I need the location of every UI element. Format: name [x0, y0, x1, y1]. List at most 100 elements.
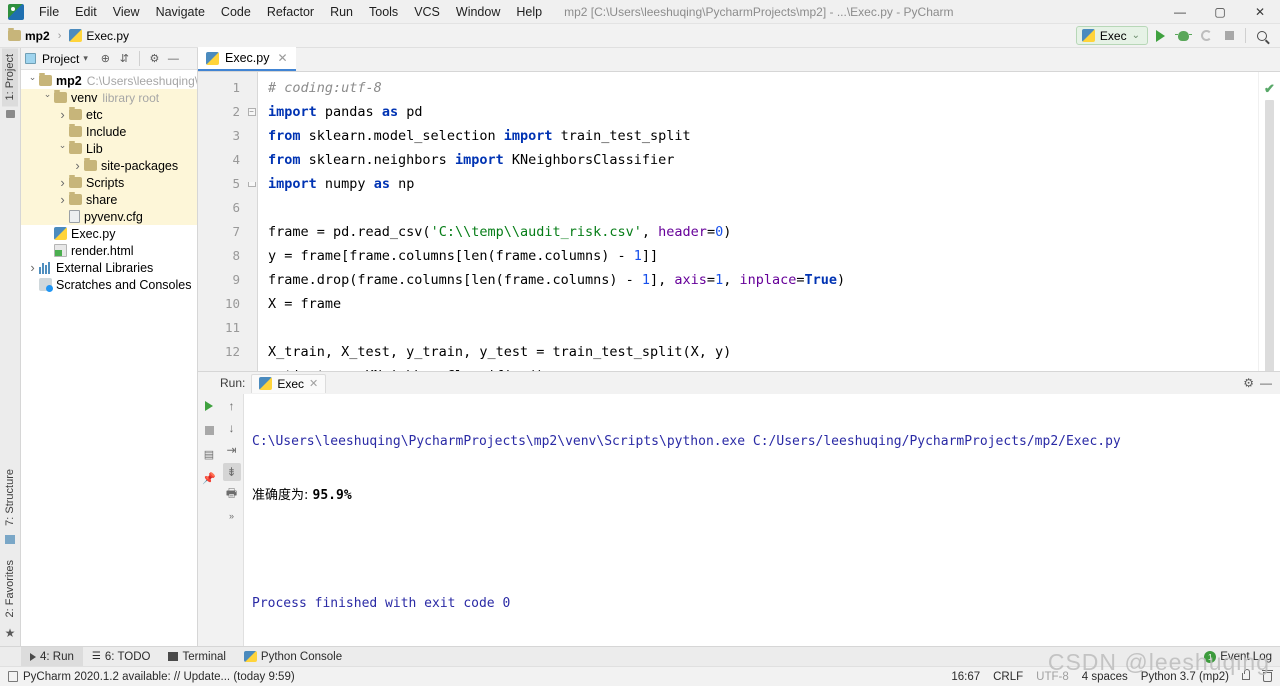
- code-line[interactable]: X_train, X_test, y_train, y_test = train…: [268, 340, 1258, 364]
- tree-item-lib[interactable]: Lib: [21, 140, 197, 157]
- menu-help[interactable]: Help: [508, 2, 550, 22]
- menu-navigate[interactable]: Navigate: [148, 2, 213, 22]
- close-button[interactable]: ✕: [1240, 0, 1280, 24]
- code-line[interactable]: frame.drop(frame.columns[len(frame.colum…: [268, 268, 1258, 292]
- stop-button[interactable]: [1219, 25, 1240, 46]
- scroll-up-button[interactable]: ↑: [223, 397, 241, 415]
- code-line[interactable]: # coding:utf-8: [268, 76, 1258, 100]
- tree-item-scratches-and-consoles[interactable]: Scratches and Consoles: [21, 276, 197, 293]
- breadcrumb-file[interactable]: Exec.py: [69, 29, 129, 43]
- tree-item-include[interactable]: Include: [21, 123, 197, 140]
- chevron-right-icon[interactable]: [56, 107, 69, 122]
- tree-item-venv[interactable]: venv library root: [21, 89, 197, 106]
- tree-item-share[interactable]: share: [21, 191, 197, 208]
- chevron-right-icon[interactable]: [56, 192, 69, 207]
- file-encoding[interactable]: UTF-8: [1036, 671, 1069, 683]
- console-output[interactable]: C:\Users\leeshuqing\PycharmProjects\mp2\…: [244, 394, 1280, 646]
- chevron-down-icon[interactable]: [56, 143, 69, 154]
- code-line[interactable]: import numpy as np: [268, 172, 1258, 196]
- menu-edit[interactable]: Edit: [67, 2, 105, 22]
- tree-item-external-libraries[interactable]: External Libraries: [21, 259, 197, 276]
- code-line[interactable]: from sklearn.neighbors import KNeighbors…: [268, 148, 1258, 172]
- chevron-right-icon[interactable]: [56, 175, 69, 190]
- hide-panel-icon[interactable]: —: [166, 51, 181, 66]
- gear-icon[interactable]: ⚙: [1243, 376, 1254, 390]
- menu-code[interactable]: Code: [213, 2, 259, 22]
- sidebar-item-favorites-tab[interactable]: 2: Favorites: [2, 554, 18, 623]
- inspection-ok-icon[interactable]: ✔: [1264, 81, 1275, 97]
- tree-item-etc[interactable]: etc: [21, 106, 197, 123]
- tool-window-todo[interactable]: ☰ 6: TODO: [83, 647, 160, 667]
- scroll-to-end-button[interactable]: ⇟: [222, 463, 241, 481]
- soft-wrap-button[interactable]: ⇥: [223, 441, 241, 459]
- code-line[interactable]: [268, 316, 1258, 340]
- chevron-right-icon[interactable]: [71, 158, 84, 173]
- menu-tools[interactable]: Tools: [361, 2, 406, 22]
- caret-position[interactable]: 16:67: [951, 671, 980, 683]
- tree-item-site-packages[interactable]: site-packages: [21, 157, 197, 174]
- menu-file[interactable]: File: [31, 2, 67, 22]
- run-configuration-selector[interactable]: Exec ⌄: [1075, 26, 1148, 45]
- tool-window-terminal[interactable]: Terminal: [159, 647, 234, 667]
- more-actions-button[interactable]: »: [223, 507, 241, 525]
- tab-exec-py[interactable]: Exec.py ✕: [198, 47, 296, 71]
- layout-button[interactable]: ▤: [200, 445, 218, 463]
- indent-setting[interactable]: 4 spaces: [1082, 671, 1128, 683]
- vertical-scrollbar-thumb[interactable]: [1265, 100, 1274, 371]
- editor-scroll-column[interactable]: ✔: [1258, 72, 1280, 371]
- close-icon[interactable]: ✕: [309, 377, 318, 390]
- code-line[interactable]: frame = pd.read_csv('C:\\temp\\audit_ris…: [268, 220, 1258, 244]
- code-line[interactable]: y = frame[frame.columns[len(frame.column…: [268, 244, 1258, 268]
- maximize-button[interactable]: ▢: [1200, 0, 1240, 24]
- run-button[interactable]: [1150, 25, 1171, 46]
- menu-window[interactable]: Window: [448, 2, 508, 22]
- print-button[interactable]: 🖶: [223, 485, 241, 503]
- search-everywhere-button[interactable]: [1251, 25, 1272, 46]
- event-log-button[interactable]: 1 Event Log: [1204, 651, 1272, 663]
- fold-start-icon[interactable]: −: [247, 108, 256, 116]
- sidebar-item-project-tab[interactable]: 1: Project: [2, 48, 18, 107]
- breadcrumb-project[interactable]: mp2: [8, 28, 50, 43]
- chevron-down-icon[interactable]: [41, 92, 54, 103]
- code-line[interactable]: estimator = KNeighborsClassifier(): [268, 364, 1258, 371]
- tree-item-render-html[interactable]: render.html: [21, 242, 197, 259]
- tree-item-exec-py[interactable]: Exec.py: [21, 225, 197, 242]
- tree-item-pyvenv-cfg[interactable]: pyvenv.cfg: [21, 208, 197, 225]
- locate-file-icon[interactable]: ⊕: [98, 51, 113, 66]
- collapse-all-icon[interactable]: ⇵: [117, 51, 132, 66]
- code-line[interactable]: import pandas as pd: [268, 100, 1258, 124]
- tool-window-python-console[interactable]: Python Console: [235, 647, 351, 667]
- trash-icon[interactable]: [1262, 669, 1273, 682]
- code-line[interactable]: X = frame: [268, 292, 1258, 316]
- minimize-button[interactable]: —: [1160, 0, 1200, 24]
- menu-vcs[interactable]: VCS: [406, 2, 448, 22]
- run-tab-exec[interactable]: Exec ✕: [251, 373, 327, 393]
- python-interpreter[interactable]: Python 3.7 (mp2): [1141, 671, 1229, 683]
- gear-icon[interactable]: ⚙: [147, 51, 162, 66]
- tree-item-mp2[interactable]: mp2 C:\Users\leeshuqing\Py: [21, 72, 197, 89]
- pin-button[interactable]: 📌: [200, 469, 218, 487]
- menu-refactor[interactable]: Refactor: [259, 2, 322, 22]
- fold-end-icon[interactable]: [247, 181, 256, 187]
- coverage-button[interactable]: [1196, 25, 1217, 46]
- code-folding-column[interactable]: −: [246, 72, 258, 371]
- line-separator[interactable]: CRLF: [993, 671, 1023, 683]
- sidebar-item-structure-tab[interactable]: 7: Structure: [2, 463, 18, 532]
- hide-panel-icon[interactable]: —: [1260, 376, 1272, 390]
- stop-button[interactable]: [200, 421, 218, 439]
- chevron-down-icon[interactable]: [26, 75, 39, 86]
- lock-icon[interactable]: [1242, 669, 1250, 680]
- menu-view[interactable]: View: [105, 2, 148, 22]
- code-line[interactable]: from sklearn.model_selection import trai…: [268, 124, 1258, 148]
- rerun-button[interactable]: [200, 397, 218, 415]
- tool-window-run[interactable]: 4: Run: [21, 646, 83, 667]
- debug-button[interactable]: [1173, 25, 1194, 46]
- tree-item-scripts[interactable]: Scripts: [21, 174, 197, 191]
- source-code-area[interactable]: # coding:utf-8 import pandas as pd from sk…: [258, 72, 1258, 371]
- scroll-down-button[interactable]: ↓: [223, 419, 241, 437]
- menu-run[interactable]: Run: [322, 2, 361, 22]
- chevron-right-icon[interactable]: [26, 260, 39, 275]
- close-icon[interactable]: ✕: [277, 51, 287, 65]
- status-message[interactable]: PyCharm 2020.1.2 available: // Update...…: [8, 671, 295, 683]
- code-editor[interactable]: 1234567891011121314151617 − # coding:utf…: [198, 72, 1280, 371]
